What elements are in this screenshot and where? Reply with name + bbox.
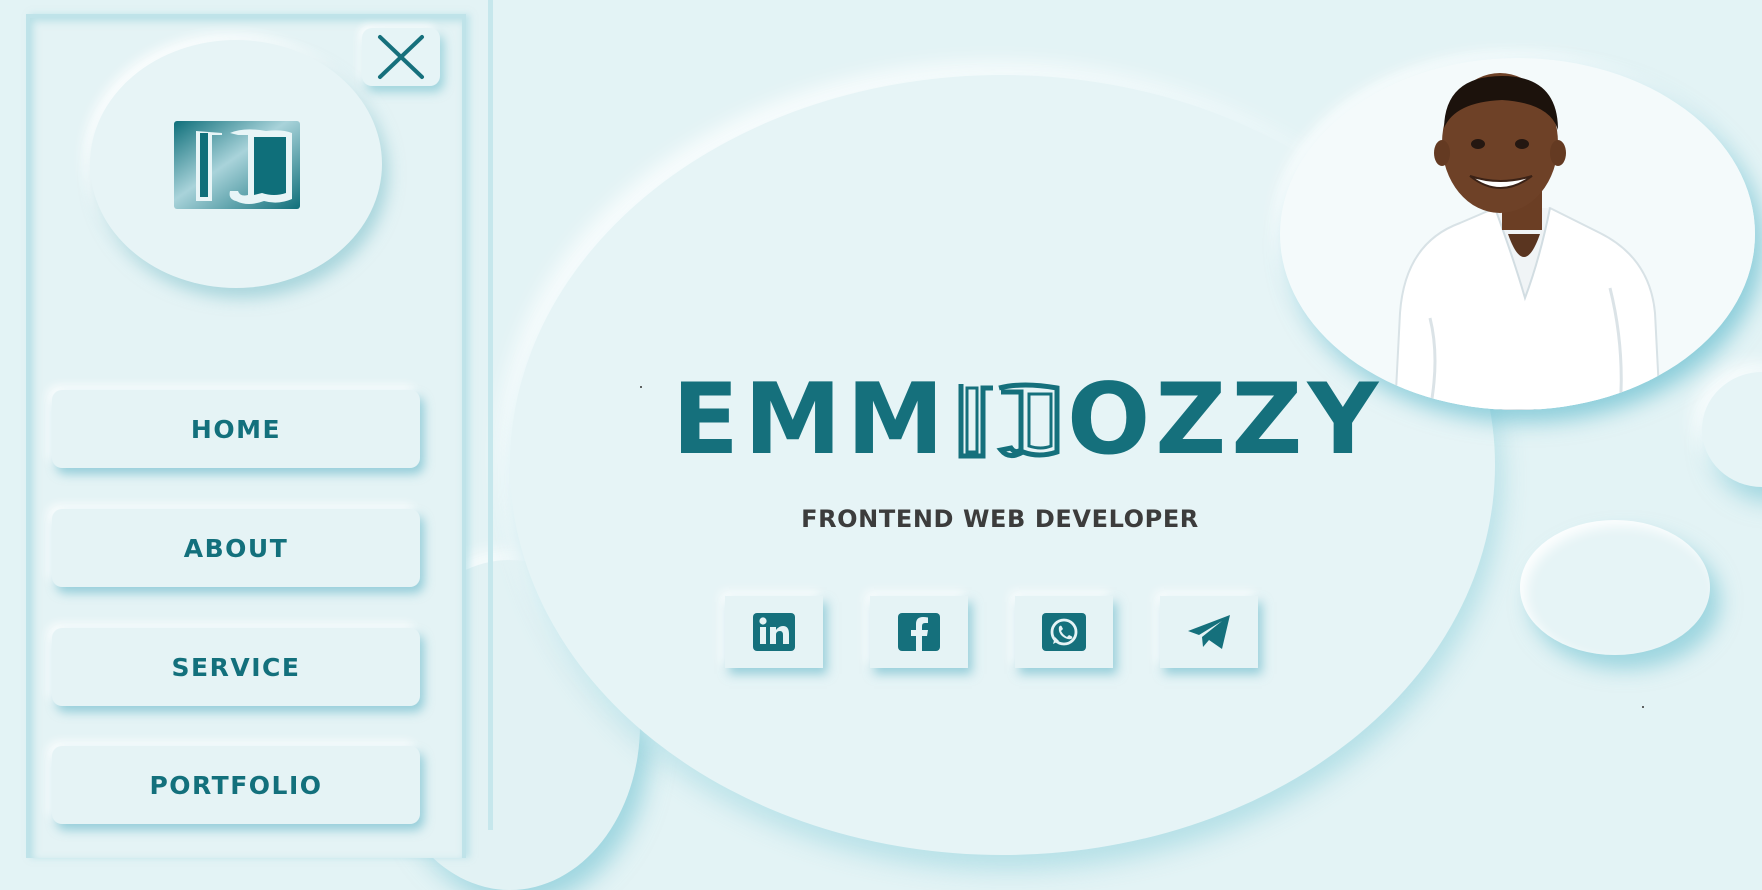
linkedin-button[interactable]	[725, 596, 823, 668]
brand-mark-icon	[953, 378, 1063, 462]
nav-label: ABOUT	[183, 533, 289, 563]
linkedin-icon	[753, 613, 795, 651]
telegram-icon	[1188, 615, 1230, 649]
nav-about-button[interactable]: ABOUT	[52, 509, 420, 587]
speck	[1642, 706, 1644, 708]
brand-text-right: OZZY	[1067, 363, 1384, 477]
speck	[640, 386, 642, 388]
nav-label: PORTFOLIO	[149, 770, 323, 800]
nav-home-button[interactable]: HOME	[52, 390, 420, 468]
facebook-button[interactable]	[870, 596, 968, 668]
nav-label: SERVICE	[171, 652, 301, 682]
close-button[interactable]	[362, 28, 440, 86]
decorative-circle	[1702, 372, 1762, 487]
decorative-circle	[1520, 520, 1710, 655]
nav-portfolio-button[interactable]: PORTFOLIO	[52, 746, 420, 824]
whatsapp-icon	[1042, 613, 1086, 651]
whatsapp-button[interactable]	[1015, 596, 1113, 668]
close-icon	[378, 35, 424, 79]
nav-service-button[interactable]: SERVICE	[52, 628, 420, 706]
nav-label: HOME	[190, 414, 282, 444]
logo-icon[interactable]	[174, 121, 300, 209]
brand-text-left: EMM	[672, 363, 949, 477]
sidebar-border	[488, 0, 493, 830]
brand-logo: EMM OZZY	[672, 370, 1383, 470]
profile-photo	[1280, 58, 1755, 410]
facebook-icon	[898, 613, 940, 651]
job-title: FRONTEND WEB DEVELOPER	[801, 505, 1199, 533]
telegram-button[interactable]	[1160, 596, 1258, 668]
